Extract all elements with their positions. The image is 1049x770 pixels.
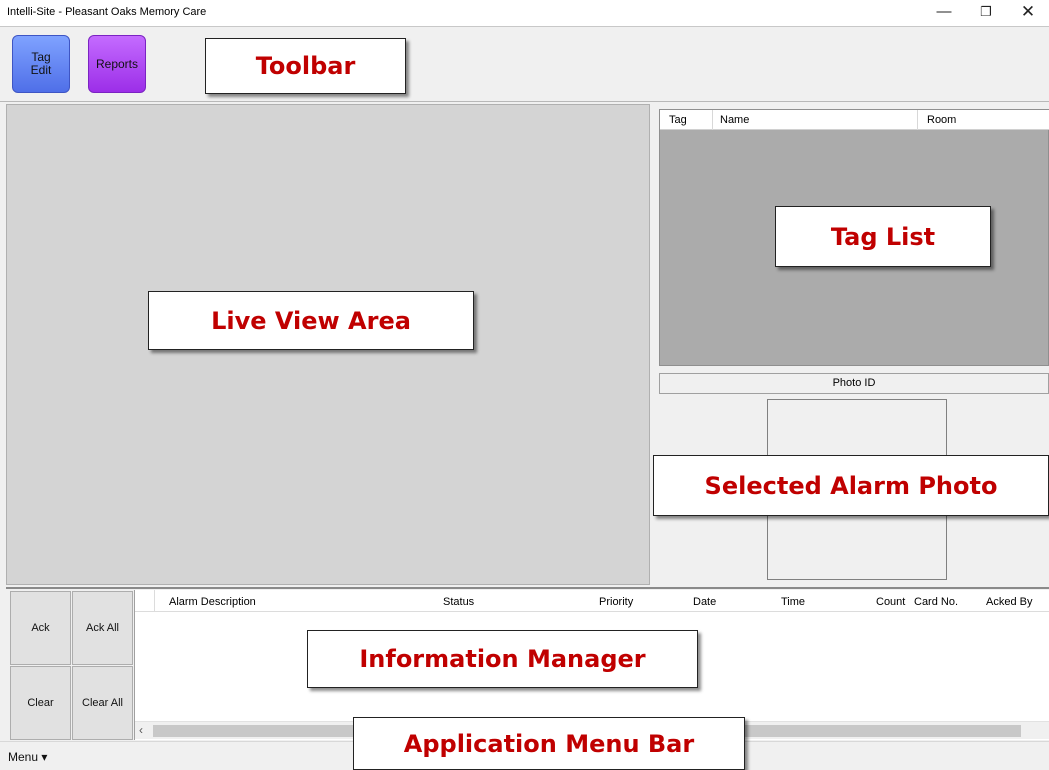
room-column-header[interactable]: Room	[927, 114, 956, 126]
row-header-corner	[135, 590, 155, 612]
information-manager-callout: Information Manager	[307, 630, 698, 688]
tag-list-header: Tag Name Room	[660, 110, 1049, 130]
scroll-left-icon[interactable]: ‹	[139, 723, 143, 737]
tag-column-header[interactable]: Tag	[669, 114, 687, 126]
tag-edit-label: Tag Edit	[30, 50, 52, 77]
name-column-header[interactable]: Name	[720, 114, 749, 126]
time-column-header[interactable]: Time	[781, 596, 805, 608]
card-no-column-header[interactable]: Card No.	[914, 596, 958, 608]
priority-column-header[interactable]: Priority	[599, 596, 633, 608]
live-view-callout: Live View Area	[148, 291, 474, 350]
selected-alarm-photo-callout: Selected Alarm Photo	[653, 455, 1049, 516]
ack-label: Ack	[31, 622, 50, 634]
window-title: Intelli-Site - Pleasant Oaks Memory Care	[7, 6, 207, 18]
application-window: Intelli-Site - Pleasant Oaks Memory Care…	[0, 0, 1049, 770]
alarm-grid-header: Alarm Description Status Priority Date T…	[135, 590, 1049, 612]
clear-button[interactable]: Clear	[10, 666, 71, 740]
status-column-header[interactable]: Status	[443, 596, 474, 608]
count-column-header[interactable]: Count	[876, 596, 905, 608]
clear-label: Clear	[27, 697, 54, 709]
photo-id-label: Photo ID	[659, 373, 1049, 394]
close-icon[interactable]: ✕	[1011, 0, 1045, 26]
reports-button[interactable]: Reports	[88, 35, 146, 93]
tag-edit-button[interactable]: Tag Edit	[12, 35, 70, 93]
tag-list-callout: Tag List	[775, 206, 991, 267]
menu-dropdown[interactable]: Menu ▾	[8, 750, 47, 764]
minimize-icon[interactable]: —	[927, 0, 961, 26]
clear-all-label: Clear All	[82, 697, 123, 709]
date-column-header[interactable]: Date	[693, 596, 716, 608]
toolbar: Tag Edit Reports	[0, 26, 1049, 102]
title-bar: Intelli-Site - Pleasant Oaks Memory Care…	[0, 0, 1049, 26]
ack-button[interactable]: Ack	[10, 591, 71, 665]
clear-all-button[interactable]: Clear All	[72, 666, 133, 740]
alarm-description-column-header[interactable]: Alarm Description	[169, 596, 256, 608]
reports-label: Reports	[95, 56, 139, 71]
application-menu-bar-callout: Application Menu Bar	[353, 717, 745, 770]
ack-all-button[interactable]: Ack All	[72, 591, 133, 665]
toolbar-callout: Toolbar	[205, 38, 406, 94]
ack-all-label: Ack All	[85, 622, 119, 634]
acked-by-column-header[interactable]: Acked By	[986, 596, 1032, 608]
restore-icon[interactable]: ❐	[969, 0, 1003, 26]
